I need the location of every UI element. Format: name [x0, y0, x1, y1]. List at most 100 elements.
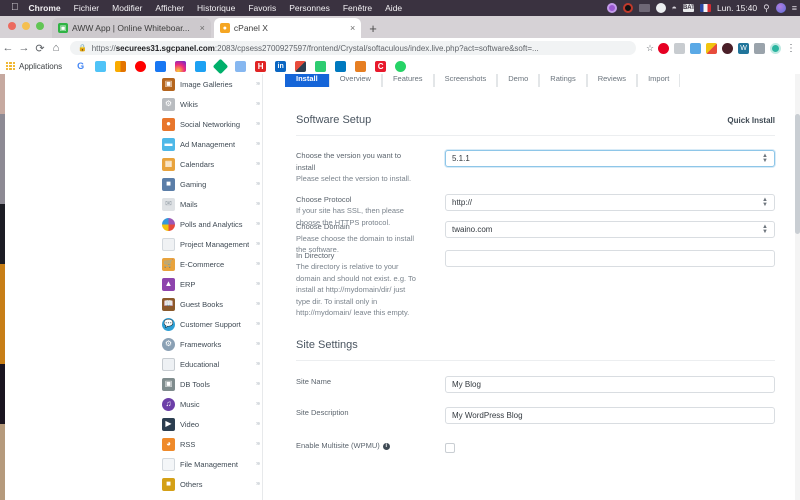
sidebar-item-mails[interactable]: ✉ Mails ›: [160, 194, 262, 214]
domain-select[interactable]: twaino.com ▲ ▼: [445, 221, 775, 238]
enable-multisite-checkbox[interactable]: [445, 442, 455, 453]
search-icon[interactable]: ⚲: [763, 3, 770, 14]
sidebar-item-guest-books[interactable]: 📖 Guest Books ›: [160, 294, 262, 314]
linkedin-icon[interactable]: in: [275, 60, 287, 72]
profile-icon[interactable]: [770, 42, 781, 54]
sidebar-item-customer-support[interactable]: 💬 Customer Support ›: [160, 314, 262, 334]
sidebar-item-wikis[interactable]: ⚙ Wikis ›: [160, 94, 262, 114]
close-tab-icon[interactable]: ×: [350, 23, 355, 33]
sidebar-item-gaming[interactable]: ■ Gaming ›: [160, 174, 262, 194]
sidebar-item-ad-management[interactable]: ▬ Ad Management ›: [160, 134, 262, 154]
version-select[interactable]: 5.1.1 ▲ ▼: [445, 150, 775, 167]
forward-button[interactable]: →: [16, 42, 32, 54]
control-center-icon[interactable]: ≡: [792, 3, 797, 13]
back-button[interactable]: ←: [0, 42, 16, 54]
google-icon[interactable]: G: [75, 60, 87, 72]
apple-logo-icon[interactable]: : [11, 3, 19, 13]
page-scrollbar[interactable]: [795, 74, 800, 500]
menu-item-personnes[interactable]: Personnes: [289, 3, 330, 13]
crm-icon[interactable]: C: [375, 60, 387, 72]
sidebar-item-music[interactable]: ♫ Music ›: [160, 394, 262, 414]
reload-button[interactable]: ⟳: [32, 42, 48, 55]
facebook-icon[interactable]: [155, 60, 167, 72]
plugin-icon[interactable]: [315, 60, 327, 72]
wp-icon[interactable]: W: [738, 42, 749, 54]
tools-icon[interactable]: [235, 60, 247, 72]
minimize-window-button[interactable]: [22, 22, 30, 30]
siri-icon[interactable]: [775, 3, 786, 13]
menu-item-favoris[interactable]: Favoris: [248, 3, 276, 13]
tab-ratings[interactable]: Ratings: [539, 74, 587, 87]
cloud-icon[interactable]: [655, 3, 666, 13]
pinterest-icon[interactable]: [658, 42, 669, 54]
sidebar-item-frameworks[interactable]: ⚙ Frameworks ›: [160, 334, 262, 354]
cursor-icon[interactable]: [754, 42, 765, 54]
wifi-icon[interactable]: ◓: [672, 3, 677, 13]
browser-tab-aww-app[interactable]: ▣ AWW App | Online Whiteboar... ×: [52, 18, 211, 38]
site-name-input[interactable]: My Blog: [445, 375, 775, 393]
sidebar-item-others[interactable]: ■ Others ›: [160, 474, 262, 494]
chart-icon[interactable]: [355, 60, 367, 72]
new-tab-button[interactable]: +: [369, 21, 377, 36]
trello-icon[interactable]: [335, 60, 347, 72]
address-bar[interactable]: 🔒 https:// securees31.sgcpanel.com :2083…: [70, 41, 636, 55]
quick-install-link[interactable]: Quick Install: [727, 116, 775, 125]
analytics-icon[interactable]: [115, 60, 127, 72]
tab-import[interactable]: Import: [637, 74, 681, 87]
menu-item-afficher[interactable]: Afficher: [155, 3, 184, 13]
bookmark-star-icon[interactable]: ☆: [642, 43, 658, 54]
sidebar-item-image-galleries[interactable]: ▣ Image Galleries ›: [160, 74, 262, 94]
battery-icon[interactable]: [638, 4, 650, 12]
twitter-icon[interactable]: [195, 60, 207, 72]
instagram-icon[interactable]: [175, 60, 187, 72]
input-source-badge[interactable]: BAT: [682, 4, 695, 12]
menu-bar-clock[interactable]: Lun. 15:40: [717, 3, 757, 13]
tab-reviews[interactable]: Reviews: [586, 74, 638, 87]
home-button[interactable]: ⌂: [48, 42, 64, 54]
download-icon[interactable]: [690, 42, 701, 54]
sidebar-item-project-management[interactable]: Project Management ›: [160, 234, 262, 254]
diamond-icon[interactable]: [212, 58, 229, 74]
dark-circle-icon[interactable]: [722, 42, 733, 54]
h-icon[interactable]: H: [255, 60, 267, 72]
page-scrollbar-thumb[interactable]: [795, 114, 800, 234]
mail-icon[interactable]: [95, 60, 107, 72]
sidebar-item-video[interactable]: ▶ Video ›: [160, 414, 262, 434]
close-window-button[interactable]: [8, 22, 16, 30]
sidebar-item-file-management[interactable]: File Management ›: [160, 454, 262, 474]
grid-multicolor-icon[interactable]: [295, 60, 307, 72]
menu-item-aide[interactable]: Aide: [385, 3, 402, 13]
sidebar-item-polls-and-analytics[interactable]: Polls and Analytics ›: [160, 214, 262, 234]
screen-share-icon[interactable]: [622, 3, 633, 13]
info-icon[interactable]: i: [382, 442, 390, 450]
sidebar-item-rss[interactable]: ◕ RSS ›: [160, 434, 262, 454]
browser-tab-cpanel[interactable]: ● cPanel X ×: [213, 18, 362, 38]
directory-input[interactable]: [445, 249, 775, 267]
chrome-menu-icon[interactable]: ⋮: [786, 43, 796, 54]
menu-item-chrome[interactable]: Chrome: [29, 3, 61, 13]
menu-item-historique[interactable]: Historique: [197, 3, 235, 13]
flag-icon[interactable]: [699, 4, 711, 12]
whatsapp-icon[interactable]: [395, 60, 407, 72]
tab-features[interactable]: Features: [381, 74, 434, 87]
site-description-input[interactable]: My WordPress Blog: [445, 406, 775, 424]
maximize-window-button[interactable]: [36, 22, 44, 30]
menu-item-fenetre[interactable]: Fenêtre: [343, 3, 372, 13]
menu-item-modifier[interactable]: Modifier: [112, 3, 142, 13]
sidebar-item-e-commerce[interactable]: 🛒 E-Commerce ›: [160, 254, 262, 274]
protocol-select[interactable]: http:// ▲ ▼: [445, 193, 775, 211]
close-tab-icon[interactable]: ×: [200, 23, 205, 33]
colorful-icon[interactable]: [706, 42, 717, 54]
tab-demo[interactable]: Demo: [497, 74, 540, 87]
bookmark-applications[interactable]: Applications: [6, 61, 62, 71]
tab-screenshots[interactable]: Screenshots: [433, 74, 498, 87]
sidebar-item-educational[interactable]: Educational ›: [160, 354, 262, 374]
sidebar-item-db-tools[interactable]: ▣ DB Tools ›: [160, 374, 262, 394]
sidebar-item-social-networking[interactable]: ● Social Networking ›: [160, 114, 262, 134]
record-icon[interactable]: [606, 3, 617, 13]
youtube-icon[interactable]: [135, 60, 147, 72]
sidebar-item-erp[interactable]: ▲ ERP ›: [160, 274, 262, 294]
keyboard-icon[interactable]: [674, 42, 685, 54]
tab-install[interactable]: Install: [285, 74, 329, 87]
tab-overview[interactable]: Overview: [328, 74, 382, 87]
